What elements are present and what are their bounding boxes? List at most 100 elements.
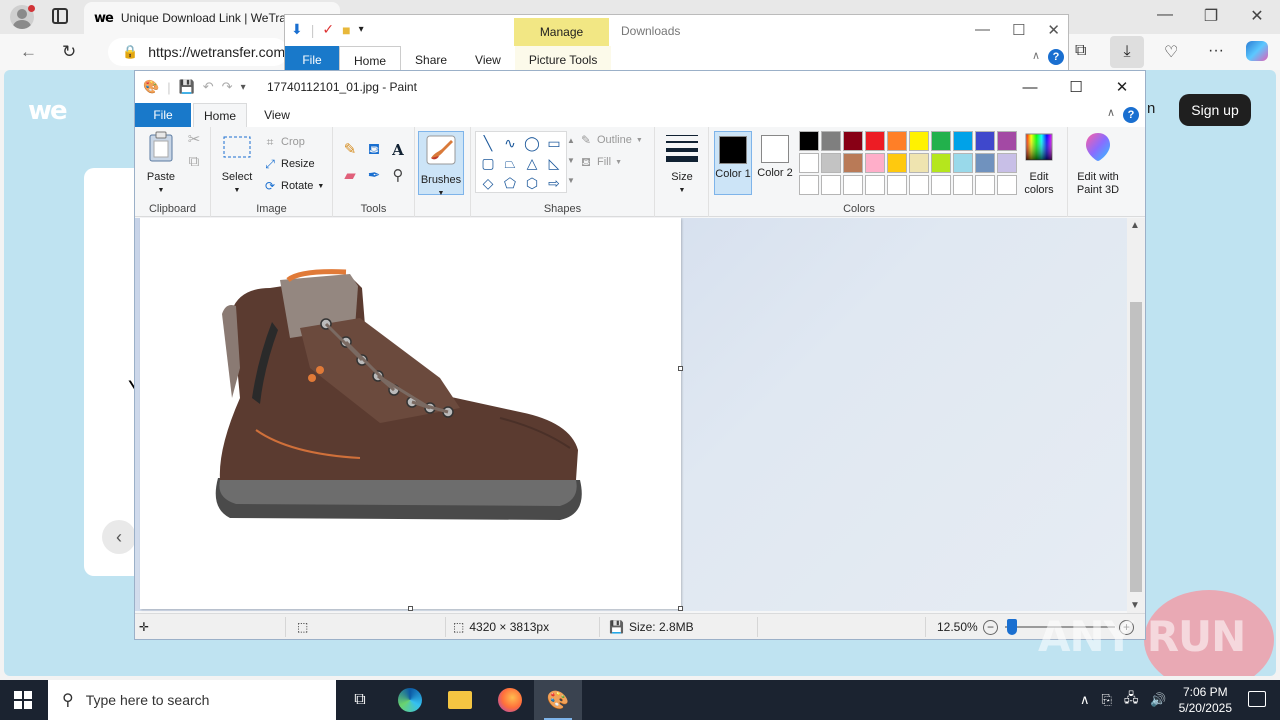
address-bar[interactable]: 🔒 https://wetransfer.com xyxy=(108,38,288,66)
oval-shape-icon[interactable]: ◯ xyxy=(522,133,542,153)
curve-shape-icon[interactable]: ∿ xyxy=(500,133,520,153)
downloads-button[interactable]: ⤓ xyxy=(1110,36,1144,68)
palette-color-swatch[interactable] xyxy=(843,153,863,173)
edit-colors-button[interactable]: Edit colors xyxy=(1019,131,1059,197)
new-folder-icon[interactable]: ■ xyxy=(342,22,350,38)
browser-essentials-icon[interactable]: ♡ xyxy=(1164,42,1178,62)
resize-button[interactable]: ⤢ Resize xyxy=(263,157,314,171)
magnifier-icon[interactable]: ⚲ xyxy=(389,167,407,185)
carousel-back-button[interactable]: ‹ xyxy=(102,520,136,554)
crop-button[interactable]: ⌗ Crop xyxy=(263,135,305,149)
collapse-ribbon-icon[interactable]: ∧ xyxy=(1107,106,1115,119)
fill-bucket-icon[interactable]: ⛾ xyxy=(365,141,383,159)
eraser-icon[interactable]: ▰ xyxy=(341,167,359,185)
explorer-maximize-button[interactable]: ☐ xyxy=(1012,21,1025,39)
more-menu-icon[interactable]: ··· xyxy=(1208,42,1224,60)
palette-color-swatch[interactable] xyxy=(997,131,1017,151)
pencil-icon[interactable]: ✎ xyxy=(341,141,359,159)
palette-custom-slot[interactable] xyxy=(887,175,907,195)
paint-tab-file[interactable]: File xyxy=(135,103,191,127)
palette-color-swatch[interactable] xyxy=(865,131,885,151)
line-shape-icon[interactable]: ╲ xyxy=(478,133,498,153)
resize-handle-corner[interactable] xyxy=(678,606,683,611)
palette-custom-slot[interactable] xyxy=(909,175,929,195)
wetransfer-logo[interactable]: we xyxy=(28,96,68,126)
edge-taskbar-icon[interactable] xyxy=(386,680,434,720)
palette-color-swatch[interactable] xyxy=(975,153,995,173)
browser-close-button[interactable]: ✕ xyxy=(1234,6,1280,26)
size-button[interactable]: Size ▼ xyxy=(662,131,702,197)
qat-dropdown-icon[interactable]: ▾ xyxy=(241,82,246,93)
paint-app-icon[interactable]: 🎨 xyxy=(143,79,159,95)
pentagon-shape-icon[interactable]: ⬠ xyxy=(500,173,520,193)
polygon-shape-icon[interactable]: ⏢ xyxy=(500,153,520,173)
scrollbar-thumb[interactable] xyxy=(1130,302,1142,592)
diamond-shape-icon[interactable]: ◇ xyxy=(478,173,498,193)
palette-color-swatch[interactable] xyxy=(997,153,1017,173)
resize-handle-bottom[interactable] xyxy=(408,606,413,611)
palette-custom-slot[interactable] xyxy=(799,175,819,195)
scroll-up-icon[interactable]: ▲ xyxy=(1130,220,1140,231)
brushes-button[interactable]: Brushes ▼ xyxy=(418,131,464,197)
hexagon-shape-icon[interactable]: ⬡ xyxy=(522,173,542,193)
palette-color-swatch[interactable] xyxy=(799,153,819,173)
color1-button[interactable]: Color 1 xyxy=(714,131,752,195)
copy-icon[interactable]: ⧉ xyxy=(185,153,203,171)
network-icon[interactable]: 🖧 xyxy=(1124,689,1139,711)
browser-minimize-button[interactable]: — xyxy=(1142,6,1188,24)
paint-close-button[interactable]: ✕ xyxy=(1099,71,1145,103)
tray-overflow-icon[interactable]: ∧ xyxy=(1080,692,1090,708)
properties-icon[interactable]: ✓ xyxy=(322,21,334,38)
explorer-close-button[interactable]: ✕ xyxy=(1047,21,1060,39)
resize-handle-right[interactable] xyxy=(678,366,683,371)
palette-color-swatch[interactable] xyxy=(953,131,973,151)
explorer-manage-tab[interactable]: Manage xyxy=(514,18,609,46)
palette-color-swatch[interactable] xyxy=(931,131,951,151)
copilot-icon[interactable] xyxy=(1246,41,1268,61)
zoom-out-icon[interactable]: − xyxy=(983,620,998,635)
explorer-minimize-button[interactable]: — xyxy=(975,21,990,39)
undo-icon[interactable]: ↶ xyxy=(203,79,214,95)
zoom-slider-thumb[interactable] xyxy=(1007,619,1017,635)
color-picker-icon[interactable]: ✒ xyxy=(365,167,383,185)
palette-color-swatch[interactable] xyxy=(843,131,863,151)
palette-custom-slot[interactable] xyxy=(997,175,1017,195)
signup-button[interactable]: Sign up xyxy=(1179,94,1251,126)
rotate-button[interactable]: ⟳ Rotate ▼ xyxy=(263,179,324,193)
qat-dropdown-icon[interactable]: ▾ xyxy=(359,24,364,35)
file-explorer-taskbar-icon[interactable] xyxy=(436,680,484,720)
volume-icon[interactable]: 🔊 xyxy=(1150,692,1166,708)
network-drive-icon[interactable]: ⎘ xyxy=(1102,692,1112,708)
cut-icon[interactable]: ✂ xyxy=(185,131,203,149)
palette-color-swatch[interactable] xyxy=(909,153,929,173)
palette-custom-slot[interactable] xyxy=(953,175,973,195)
text-tool-icon[interactable]: A xyxy=(389,141,407,159)
firefox-taskbar-icon[interactable] xyxy=(486,680,534,720)
fill-button[interactable]: ⛾ Fill ▼ xyxy=(579,155,622,169)
paint-maximize-button[interactable]: ☐ xyxy=(1053,71,1099,103)
edit-with-paint3d-button[interactable]: Edit with Paint 3D xyxy=(1070,131,1126,197)
paint-help-icon[interactable]: ? xyxy=(1123,107,1139,123)
windows-start-icon[interactable] xyxy=(14,691,32,709)
scroll-down-icon[interactable]: ▼ xyxy=(1130,600,1140,611)
taskbar-search-box[interactable]: ⚲ Type here to search xyxy=(48,680,336,720)
palette-color-swatch[interactable] xyxy=(953,153,973,173)
shapes-scroll-icon[interactable]: ▲ ▼ ▼ xyxy=(567,131,575,191)
palette-custom-slot[interactable] xyxy=(865,175,885,195)
browser-restore-button[interactable]: ❐ xyxy=(1188,6,1234,26)
palette-color-swatch[interactable] xyxy=(799,131,819,151)
palette-color-swatch[interactable] xyxy=(887,131,907,151)
palette-color-swatch[interactable] xyxy=(931,153,951,173)
login-link-partial[interactable]: n xyxy=(1147,100,1155,117)
back-arrow-icon[interactable]: ← xyxy=(20,42,37,62)
download-arrow-icon[interactable]: ⬇ xyxy=(291,21,303,38)
palette-color-swatch[interactable] xyxy=(887,153,907,173)
palette-color-swatch[interactable] xyxy=(821,153,841,173)
paint-tab-view[interactable]: View xyxy=(253,103,301,127)
taskbar-clock[interactable]: 7:06 PM 5/20/2025 xyxy=(1179,684,1232,716)
redo-icon[interactable]: ↷ xyxy=(222,79,233,95)
tab-actions-icon[interactable] xyxy=(52,8,68,24)
image-canvas[interactable] xyxy=(140,218,683,611)
rectangle-shape-icon[interactable]: ▭ xyxy=(544,133,564,153)
triangle-shape-icon[interactable]: △ xyxy=(522,153,542,173)
